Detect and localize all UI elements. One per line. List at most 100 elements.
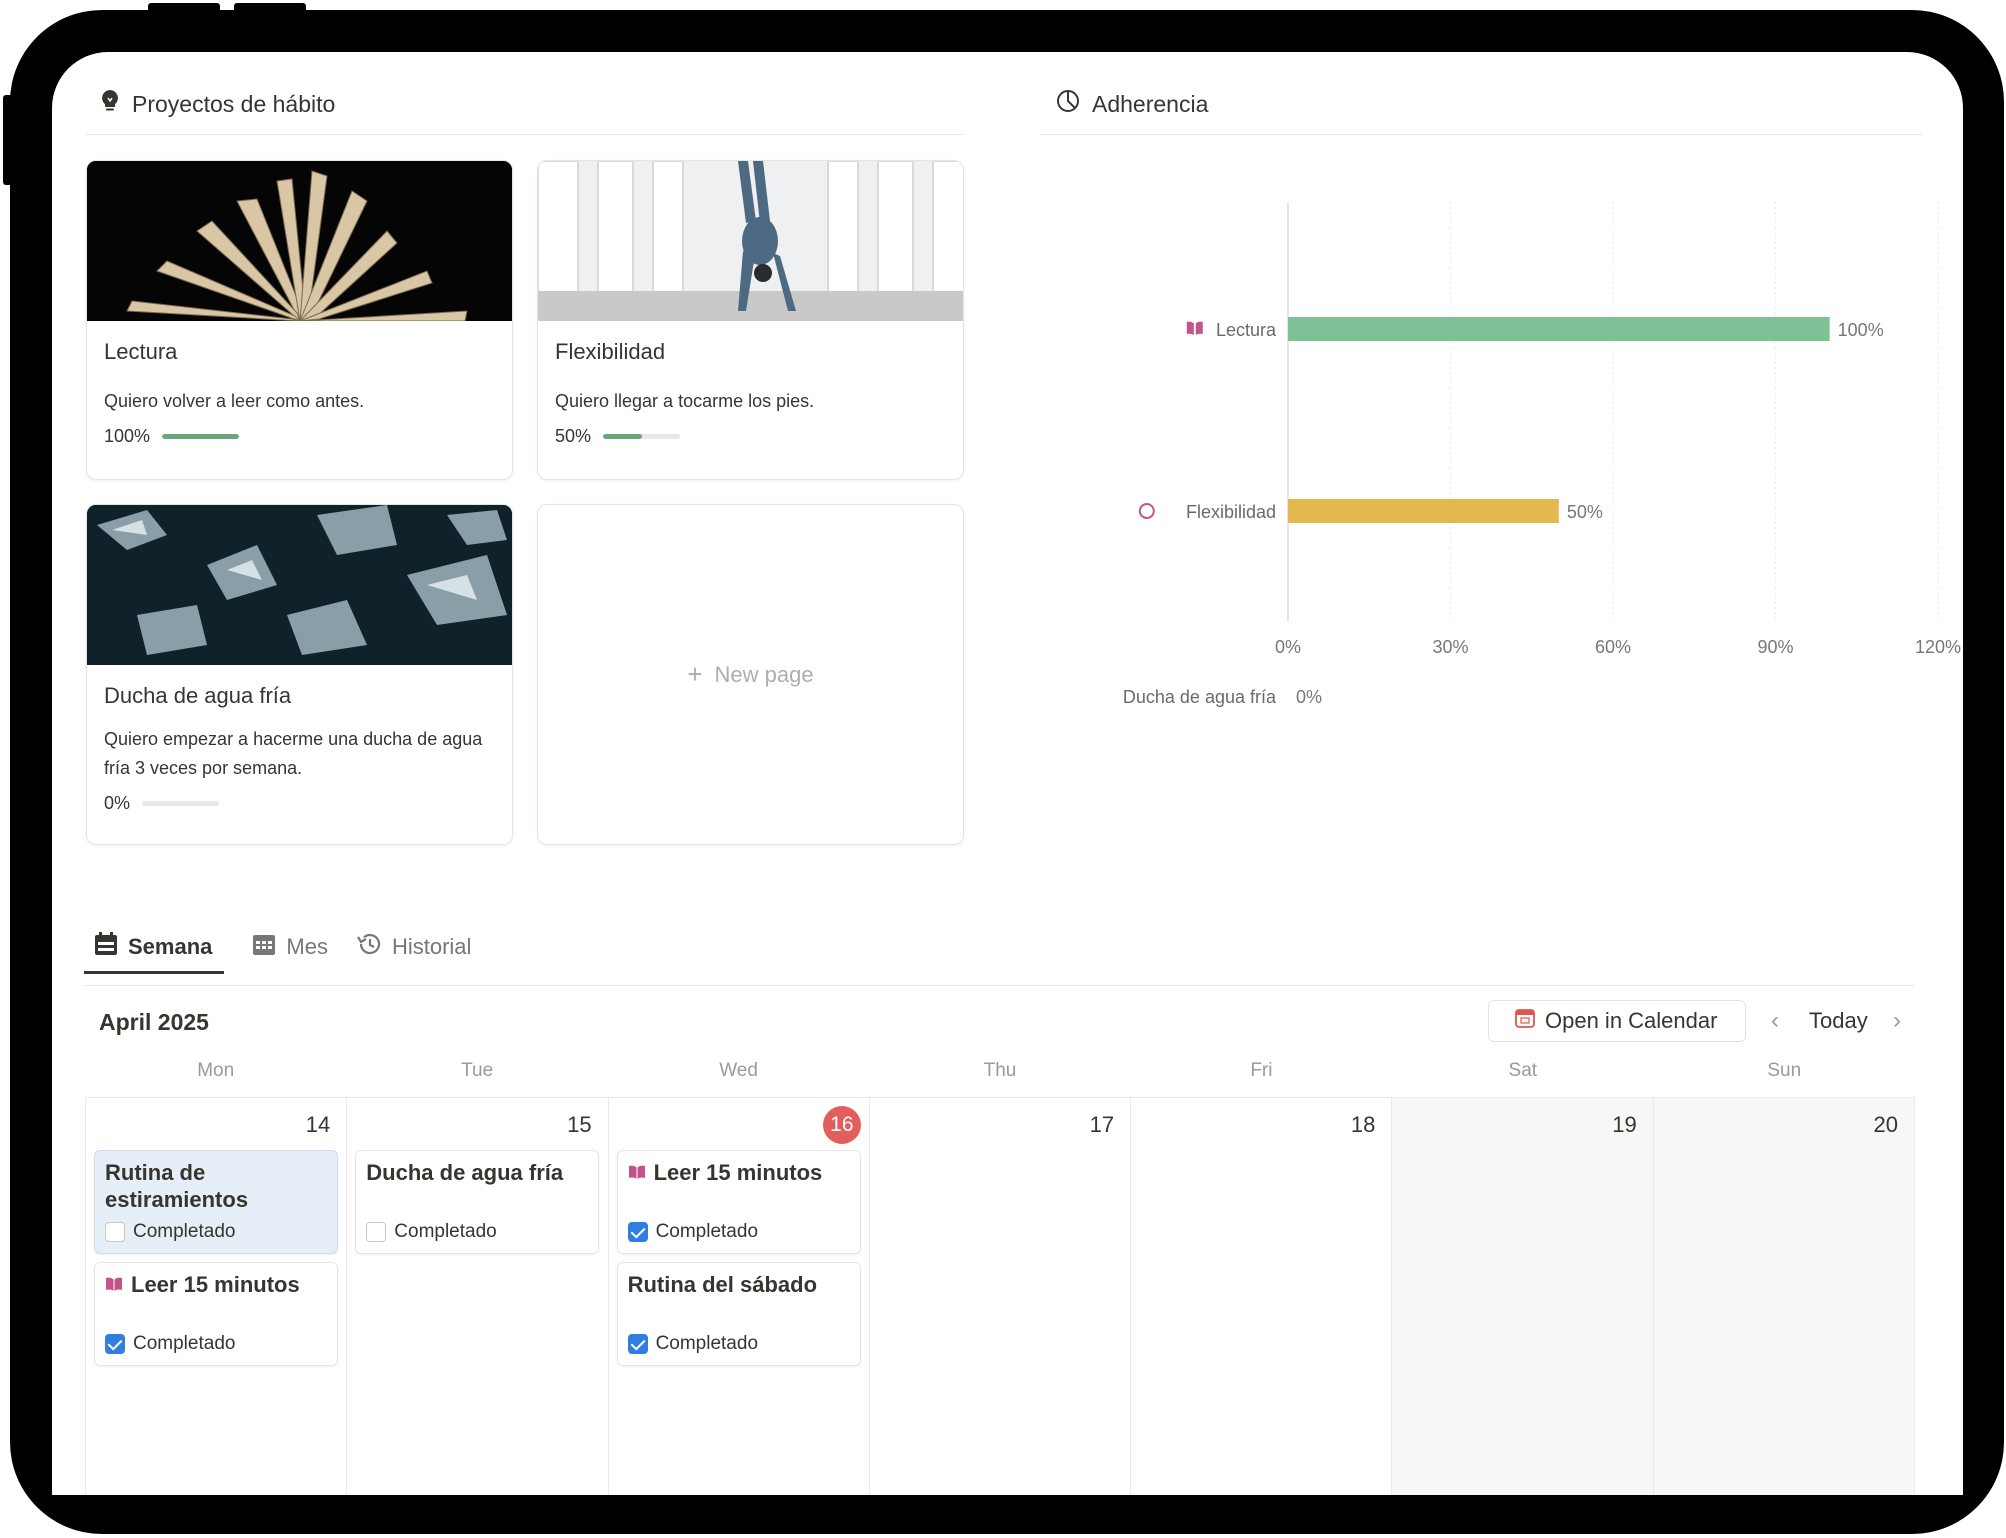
card-title: Flexibilidad xyxy=(555,339,666,364)
new-page-card[interactable]: + New page xyxy=(537,504,964,845)
adherence-header: Adherencia xyxy=(1056,89,1208,119)
bar-1 xyxy=(1288,499,1559,523)
chevron-left-icon[interactable]: ‹ xyxy=(1771,1007,1779,1035)
x-tick-label: 90% xyxy=(1757,637,1793,657)
section-title: Proyectos de hábito xyxy=(132,90,336,117)
screen: Proyectos de hábito Adherencia Lectura Q… xyxy=(52,52,1963,1495)
weekday-header: Mon Tue Wed Thu Fri Sat Sun xyxy=(85,1060,1915,1082)
event-title: Leer 15 minutos xyxy=(653,1160,823,1185)
x-tick-label: 60% xyxy=(1595,637,1631,657)
chevron-right-icon[interactable]: › xyxy=(1893,1007,1901,1035)
day-number: 19 xyxy=(1612,1112,1637,1137)
progress-bar-fill xyxy=(162,434,240,439)
event-title: Rutina de estiramientos xyxy=(105,1160,249,1212)
category-label: Flexibilidad xyxy=(1186,502,1276,522)
cover-image-ice xyxy=(87,505,512,665)
checkbox[interactable] xyxy=(105,1222,125,1242)
card-progress: 50% xyxy=(555,426,946,447)
tab-historial[interactable]: Historial xyxy=(356,932,471,974)
progress-label: 100% xyxy=(104,426,151,446)
day-number-today: 16 xyxy=(822,1106,861,1144)
tab-label: Mes xyxy=(286,934,328,959)
card-progress: 0% xyxy=(104,793,495,814)
day-number: 17 xyxy=(1089,1112,1115,1137)
lightbulb-icon xyxy=(100,89,120,119)
completed-checkbox-row: Completado xyxy=(366,1221,497,1243)
calendar-app-icon xyxy=(1515,1008,1535,1034)
completed-checkbox-row: Completado xyxy=(105,1333,235,1355)
checkbox-label: Completado xyxy=(133,1333,236,1354)
event-card[interactable]: Rutina de estiramientos Completado xyxy=(94,1150,338,1254)
category-label: Lectura xyxy=(1216,320,1277,340)
habit-card-lectura[interactable]: Lectura Quiero volver a leer como antes.… xyxy=(86,160,513,480)
day-cell-mon[interactable]: 14 Rutina de estiramientos Completado Le… xyxy=(85,1098,346,1495)
day-cell-sun[interactable]: 20 xyxy=(1652,1098,1915,1495)
progress-bar xyxy=(162,434,240,439)
habit-card-ducha[interactable]: Ducha de agua fría Quiero empezar a hace… xyxy=(86,504,513,845)
divider xyxy=(1040,134,1922,135)
book-icon xyxy=(1186,321,1203,335)
event-card[interactable]: Leer 15 minutos Completado xyxy=(94,1262,338,1366)
checkbox[interactable] xyxy=(627,1334,648,1354)
checkbox-label: Completado xyxy=(394,1221,497,1242)
bar-0 xyxy=(1288,317,1830,341)
section-title: Adherencia xyxy=(1092,90,1209,117)
card-title: Lectura xyxy=(104,339,178,364)
view-tabs: Semana Mes Historial xyxy=(84,932,471,974)
card-description: Quiero volver a leer como antes. xyxy=(104,391,365,411)
device-button xyxy=(148,3,220,13)
event-card[interactable]: Rutina del sábado Completado xyxy=(616,1262,861,1366)
card-title: Ducha de agua fría xyxy=(104,683,292,708)
day-cell-tue[interactable]: 15 Ducha de agua fría Completado xyxy=(346,1098,607,1495)
weekday-label: Mon xyxy=(197,1060,235,1081)
event-title: Ducha de agua fría xyxy=(366,1160,564,1185)
x-tick-label: 0% xyxy=(1275,637,1301,657)
completed-checkbox-row: Completado xyxy=(105,1221,235,1243)
book-icon xyxy=(105,1271,123,1298)
checkbox[interactable] xyxy=(627,1222,648,1242)
day-cell-thu[interactable]: 17 xyxy=(868,1098,1130,1495)
day-cell-wed[interactable]: 16 Leer 15 minutos Completado Rutina del… xyxy=(607,1098,869,1495)
day-cell-sat[interactable]: 19 xyxy=(1391,1098,1653,1495)
weekday-label: Thu xyxy=(983,1060,1017,1081)
event-title: Rutina del sábado xyxy=(627,1272,818,1297)
calendar-week-icon xyxy=(94,932,118,962)
card-progress: 100% xyxy=(104,426,495,447)
category-label: Ducha de agua fría xyxy=(1123,687,1277,707)
checkbox[interactable] xyxy=(366,1222,387,1242)
device-button xyxy=(234,3,306,13)
tab-semana[interactable]: Semana xyxy=(84,932,225,974)
value-label: 0% xyxy=(1296,687,1322,707)
divider xyxy=(86,134,964,135)
x-tick-label: 120% xyxy=(1915,637,1961,657)
event-card[interactable]: Leer 15 minutos Completado xyxy=(616,1150,861,1254)
open-in-calendar-button[interactable]: Open in Calendar xyxy=(1488,1000,1746,1042)
pie-chart-icon xyxy=(1056,89,1080,119)
tab-mes[interactable]: Mes xyxy=(252,932,328,974)
day-number: 14 xyxy=(305,1112,331,1137)
checkbox[interactable] xyxy=(105,1334,125,1354)
calendar-month-icon xyxy=(252,932,276,962)
tab-label: Semana xyxy=(128,934,213,959)
day-number: 18 xyxy=(1350,1112,1376,1137)
history-icon xyxy=(356,932,382,962)
month-label: April 2025 xyxy=(99,1009,209,1035)
progress-label: 0% xyxy=(104,793,131,813)
habit-card-flexibilidad[interactable]: Flexibilidad Quiero llegar a tocarme los… xyxy=(537,160,964,480)
circle-icon xyxy=(1138,503,1155,519)
book-icon xyxy=(628,1159,646,1186)
checkbox-label: Completado xyxy=(655,1333,759,1354)
habit-projects-header: Proyectos de hábito xyxy=(100,89,335,119)
checkbox-label: Completado xyxy=(133,1221,236,1242)
tab-label: Historial xyxy=(391,934,472,959)
new-page-label: New page xyxy=(714,661,814,687)
plus-icon: + xyxy=(687,659,703,689)
card-description: Quiero empezar a hacerme una ducha de ag… xyxy=(104,729,483,778)
value-label: 50% xyxy=(1567,502,1603,522)
today-button[interactable]: Today xyxy=(1809,1008,1868,1034)
weekday-label: Tue xyxy=(461,1060,494,1081)
progress-bar-fill xyxy=(603,434,642,439)
cover-image-yoga xyxy=(538,161,963,321)
day-cell-fri[interactable]: 18 xyxy=(1130,1098,1391,1495)
event-card[interactable]: Ducha de agua fría Completado xyxy=(355,1150,600,1254)
